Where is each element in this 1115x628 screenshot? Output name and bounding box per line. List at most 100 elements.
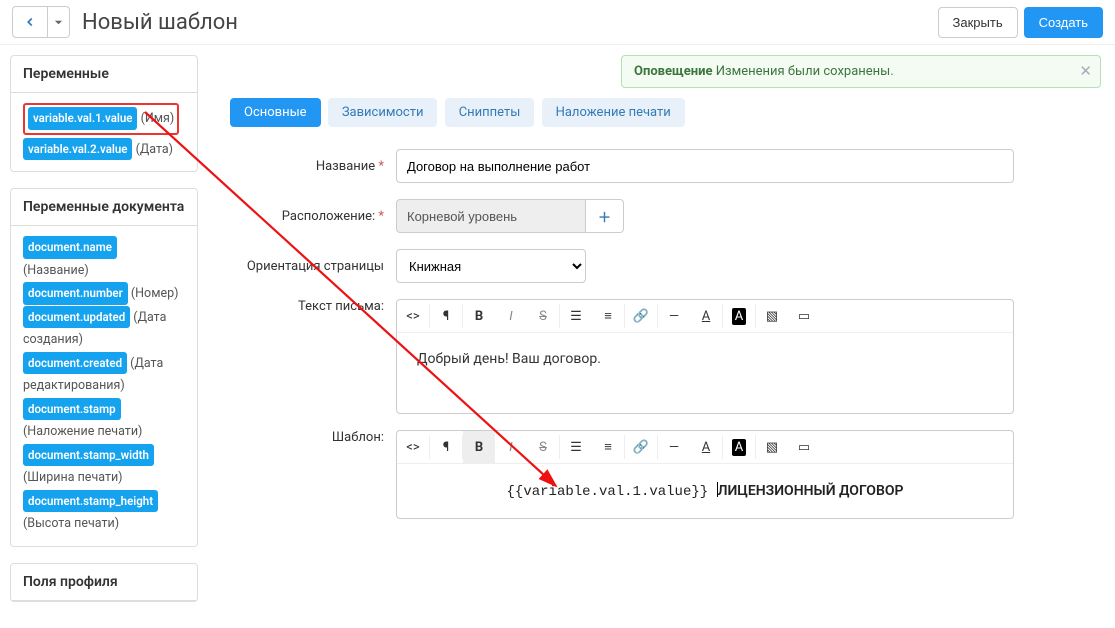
create-button[interactable]: Создать	[1024, 7, 1103, 38]
bold-icon: B	[475, 309, 483, 324]
editor-toolbar: <> ¶ B I S ☰ ≡ 🔗 — A A	[397, 431, 1013, 464]
strike-icon: S	[539, 440, 547, 455]
list-ol-icon: ≡	[604, 308, 612, 324]
location-label: Расположение: *	[230, 209, 396, 224]
back-button[interactable]	[12, 6, 48, 38]
orientation-label: Ориентация страницы	[230, 259, 396, 274]
name-input[interactable]	[396, 149, 1014, 183]
lettertext-content[interactable]: Добрый день! Ваш договор.	[397, 333, 1013, 413]
eraser-icon: A	[702, 309, 710, 324]
alert-success: Оповещение Изменения были сохранены. ✕	[621, 55, 1101, 88]
bold-button[interactable]: B	[463, 431, 495, 463]
variables-panel: Переменные variable.val.1.value (Имя) va…	[10, 55, 198, 172]
color-button[interactable]: A	[723, 300, 755, 332]
panel-heading: Переменные	[11, 56, 197, 93]
code-icon: <>	[406, 440, 419, 455]
plus-icon: ＋	[598, 207, 611, 226]
color-button[interactable]: A	[723, 431, 755, 463]
image-button[interactable]: ▧	[756, 300, 788, 332]
alert-title: Оповещение	[634, 64, 712, 79]
italic-button[interactable]: I	[495, 300, 527, 332]
tab-stamp[interactable]: Наложение печати	[542, 98, 685, 127]
image-icon: ▧	[766, 440, 778, 455]
pilcrow-icon: ¶	[443, 440, 449, 455]
clear-format-button[interactable]: A	[690, 431, 722, 463]
variable-tag[interactable]: document.created	[23, 352, 127, 375]
tab-main[interactable]: Основные	[230, 98, 321, 127]
variable-tag[interactable]: variable.val.2.value	[23, 138, 132, 161]
hr-button[interactable]: —	[658, 300, 690, 332]
strike-icon: S	[539, 309, 547, 324]
alert-text: Изменения были сохранены.	[712, 64, 893, 79]
ol-button[interactable]: ≡	[592, 431, 624, 463]
template-content[interactable]: {{variable.val.1.value}} ЛИЦЕНЗИОННЫЙ ДО…	[397, 464, 1013, 518]
pilcrow-icon: ¶	[443, 309, 449, 324]
variable-tag[interactable]: document.stamp	[23, 398, 121, 421]
highlighted-variable: variable.val.1.value (Имя)	[23, 103, 179, 135]
panel-heading: Поля профиля	[11, 564, 197, 601]
template-editor: <> ¶ B I S ☰ ≡ 🔗 — A A	[396, 430, 1014, 519]
document-variables-panel: Переменные документа document.name (Назв…	[10, 188, 198, 547]
video-button[interactable]: ▭	[788, 300, 820, 332]
variable-tag[interactable]: document.number	[23, 282, 128, 305]
orientation-select[interactable]: Книжная	[396, 249, 586, 283]
variable-tag[interactable]: document.name	[23, 236, 117, 259]
location-add-button[interactable]: ＋	[586, 199, 624, 233]
profile-fields-panel: Поля профиля	[10, 563, 198, 602]
template-variable-text: {{variable.val.1.value}}	[507, 484, 717, 500]
strike-button[interactable]: S	[527, 300, 559, 332]
code-view-button[interactable]: <>	[397, 300, 429, 332]
link-button[interactable]: 🔗	[625, 300, 657, 332]
code-icon: <>	[406, 309, 419, 324]
bold-button[interactable]: B	[463, 300, 495, 332]
ol-button[interactable]: ≡	[592, 300, 624, 332]
clear-format-button[interactable]: A	[690, 300, 722, 332]
back-dropdown-button[interactable]	[48, 6, 70, 38]
image-icon: ▧	[766, 309, 778, 324]
lettertext-editor: <> ¶ B I S ☰ ≡ 🔗 — A A	[396, 299, 1014, 414]
main-content: Оповещение Изменения были сохранены. ✕ О…	[208, 45, 1115, 628]
italic-icon: I	[509, 309, 512, 324]
font-color-icon: A	[732, 308, 746, 325]
sidebar: Переменные variable.val.1.value (Имя) va…	[0, 45, 208, 628]
minus-icon: —	[669, 440, 679, 455]
code-view-button[interactable]: <>	[397, 431, 429, 463]
page-title: Новый шаблон	[82, 10, 932, 35]
font-color-icon: A	[732, 439, 746, 456]
panel-heading: Переменные документа	[11, 189, 197, 226]
link-button[interactable]: 🔗	[625, 431, 657, 463]
paragraph-button[interactable]: ¶	[430, 300, 462, 332]
variable-desc: (Дата)	[132, 142, 173, 157]
video-button[interactable]: ▭	[788, 431, 820, 463]
lettertext-label: Текст письма:	[230, 299, 396, 314]
template-text: ЛИЦЕНЗИОННЫЙ ДОГОВОР	[718, 483, 904, 499]
list-ul-icon: ☰	[570, 309, 582, 324]
bold-icon: B	[475, 440, 483, 455]
link-icon: 🔗	[633, 309, 649, 324]
variable-tag[interactable]: document.updated	[23, 306, 130, 329]
tab-dependencies[interactable]: Зависимости	[328, 98, 438, 127]
list-ul-icon: ☰	[570, 440, 582, 455]
tab-snippets[interactable]: Сниппеты	[445, 98, 535, 127]
paragraph-button[interactable]: ¶	[430, 431, 462, 463]
ul-button[interactable]: ☰	[560, 431, 592, 463]
variable-tag[interactable]: variable.val.1.value	[28, 107, 137, 130]
image-button[interactable]: ▧	[756, 431, 788, 463]
eraser-icon: A	[702, 440, 710, 455]
variable-tag[interactable]: document.stamp_width	[23, 444, 154, 467]
link-icon: 🔗	[633, 440, 649, 455]
editor-toolbar: <> ¶ B I S ☰ ≡ 🔗 — A A	[397, 300, 1013, 333]
italic-button[interactable]: I	[495, 431, 527, 463]
location-input[interactable]	[396, 199, 586, 233]
template-label: Шаблон:	[230, 430, 396, 445]
alert-close-button[interactable]: ✕	[1079, 62, 1092, 80]
arrow-left-icon	[23, 15, 37, 29]
ul-button[interactable]: ☰	[560, 300, 592, 332]
variable-tag[interactable]: document.stamp_height	[23, 490, 158, 513]
caret-down-icon	[54, 18, 63, 27]
variable-desc: (Имя)	[137, 111, 174, 126]
strike-button[interactable]: S	[527, 431, 559, 463]
close-button[interactable]: Закрыть	[938, 7, 1018, 38]
hr-button[interactable]: —	[658, 431, 690, 463]
tab-bar: Основные Зависимости Сниппеты Наложение …	[230, 98, 1101, 127]
